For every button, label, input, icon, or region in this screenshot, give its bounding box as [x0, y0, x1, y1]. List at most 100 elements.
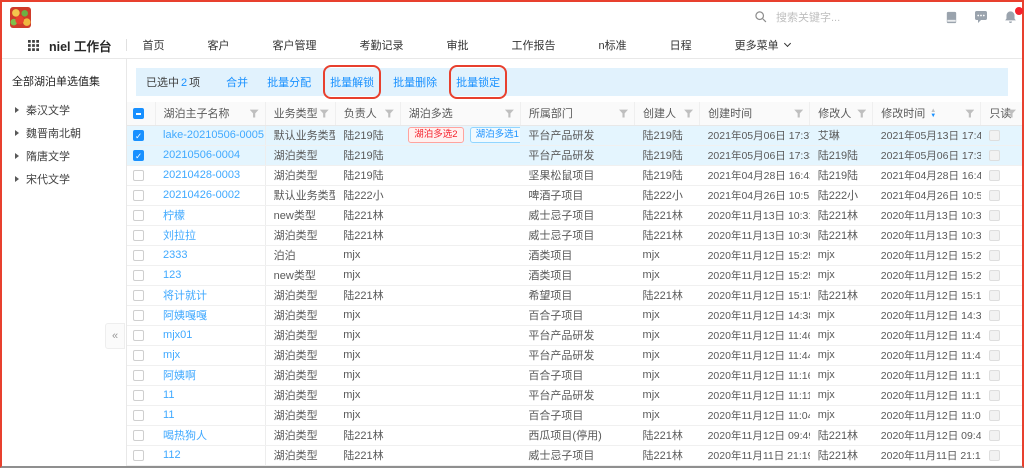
chat-icon[interactable]: [973, 9, 989, 25]
workspace-title[interactable]: niel 工作台: [49, 36, 112, 55]
table-row[interactable]: ✓20210506-0004湖泊类型陆219陆平台产品研发陆219陆2021年0…: [127, 145, 1022, 165]
checkbox-icon[interactable]: [133, 190, 144, 201]
checkbox-checked-icon[interactable]: ✓: [133, 150, 144, 161]
book-icon[interactable]: [944, 10, 959, 25]
lake-name-link[interactable]: 112: [155, 445, 265, 465]
filter-icon[interactable]: [857, 109, 866, 118]
lake-name-link[interactable]: 将计就计: [155, 285, 265, 305]
filter-icon[interactable]: [385, 109, 394, 118]
checkbox-icon[interactable]: [133, 210, 144, 221]
checkbox-icon[interactable]: [133, 370, 144, 381]
bulk-action-button[interactable]: 合并: [226, 74, 248, 90]
lake-name-link[interactable]: mjx01: [155, 325, 265, 345]
checkbox-icon[interactable]: [133, 310, 144, 321]
sidebar-tree-item[interactable]: 魏晋南北朝: [12, 121, 126, 144]
table-row[interactable]: 将计就计湖泊类型陆221林希望项目陆221林2020年11月12日 15:15陆…: [127, 285, 1022, 305]
creator-cell: 陆221林: [635, 225, 700, 245]
expand-arrow-icon[interactable]: [15, 130, 19, 136]
table-row[interactable]: mjx01湖泊类型mjx平台产品研发mjx2020年11月12日 11:46mj…: [127, 325, 1022, 345]
filter-icon[interactable]: [320, 109, 329, 118]
lake-name-link[interactable]: 阿姨啊: [155, 365, 265, 385]
nav-more-menu[interactable]: 更多菜单: [735, 37, 790, 53]
sort-icon[interactable]: ▲▼: [930, 109, 936, 119]
column-header: 湖泊多选: [400, 102, 520, 125]
lake-name-link[interactable]: mjx: [155, 345, 265, 365]
table-row[interactable]: ✓lake-20210506-0005默认业务类型陆219陆湖泊多选2湖泊多选1…: [127, 125, 1022, 145]
checkbox-icon[interactable]: [133, 290, 144, 301]
lake-name-link[interactable]: 20210426-0002: [155, 185, 265, 205]
filter-icon[interactable]: [684, 109, 693, 118]
table-row[interactable]: 刘拉拉湖泊类型陆221林威士忌子项目陆221林2020年11月13日 10:30…: [127, 225, 1022, 245]
bell-icon[interactable]: [1003, 10, 1018, 25]
lake-name-link[interactable]: 2333: [155, 245, 265, 265]
apps-grid-icon[interactable]: [28, 40, 39, 51]
checkbox-icon[interactable]: [133, 270, 144, 281]
sidebar-tree-item[interactable]: 秦汉文学: [12, 98, 126, 121]
filter-icon[interactable]: [505, 109, 514, 118]
table-row[interactable]: 20210426-0002默认业务类型陆222小啤酒子项目陆222小2021年0…: [127, 185, 1022, 205]
nav-item[interactable]: 考勤记录: [360, 40, 404, 52]
sidebar-tree-item[interactable]: 宋代文学: [12, 167, 126, 190]
checkbox-checked-icon[interactable]: ✓: [133, 130, 144, 141]
table-row[interactable]: 柠檬new类型陆221林威士忌子项目陆221林2020年11月13日 10:31…: [127, 205, 1022, 225]
readonly-checkbox: [989, 230, 1000, 241]
nav-item[interactable]: 客户管理: [273, 40, 317, 52]
table-row[interactable]: 11湖泊类型mjx百合子项目mjx2020年11月12日 11:04mjx202…: [127, 405, 1022, 425]
table-row[interactable]: mjx湖泊类型mjx平台产品研发mjx2020年11月12日 11:44mjx2…: [127, 345, 1022, 365]
readonly-checkbox: [989, 430, 1000, 441]
table-row[interactable]: 123new类型mjx酒类项目mjx2020年11月12日 15:25mjx20…: [127, 265, 1022, 285]
checkbox-icon[interactable]: [133, 230, 144, 241]
nav-item[interactable]: n标准: [599, 40, 627, 52]
filter-icon[interactable]: [619, 109, 628, 118]
global-search[interactable]: 搜索关键字...: [754, 2, 840, 32]
checkbox-icon[interactable]: [133, 390, 144, 401]
lake-name-link[interactable]: 11: [155, 385, 265, 405]
lake-name-link[interactable]: 11: [155, 405, 265, 425]
filter-icon[interactable]: [965, 109, 974, 118]
bulk-action-button[interactable]: 批量锁定: [456, 74, 500, 90]
sidebar-tree-item[interactable]: 隋唐文学: [12, 144, 126, 167]
lake-name-link[interactable]: 喝热狗人: [155, 425, 265, 445]
lake-name-link[interactable]: 123: [155, 265, 265, 285]
table-row[interactable]: 11湖泊类型mjx平台产品研发mjx2020年11月12日 11:11mjx20…: [127, 385, 1022, 405]
checkbox-icon[interactable]: [133, 350, 144, 361]
bulk-action-button[interactable]: 批量删除: [393, 74, 437, 90]
lake-name-link[interactable]: 柠檬: [155, 205, 265, 225]
business-type-cell: 湖泊类型: [265, 325, 335, 345]
lake-name-link[interactable]: lake-20210506-0005: [155, 125, 265, 145]
bulk-action-button[interactable]: 批量分配: [267, 74, 311, 90]
lake-name-link[interactable]: 20210506-0004: [155, 145, 265, 165]
expand-arrow-icon[interactable]: [15, 153, 19, 159]
modified-time-cell: 2021年05月06日 17:33: [873, 145, 981, 165]
filter-icon[interactable]: [794, 109, 803, 118]
checkbox-icon[interactable]: [133, 250, 144, 261]
filter-icon[interactable]: [250, 109, 259, 118]
lake-name-link[interactable]: 20210428-0003: [155, 165, 265, 185]
table-row[interactable]: 喝热狗人湖泊类型陆221林西瓜项目(停用)陆221林2020年11月12日 09…: [127, 425, 1022, 445]
checkbox-icon[interactable]: [133, 410, 144, 421]
checkbox-icon[interactable]: [133, 430, 144, 441]
nav-item[interactable]: 工作报告: [512, 40, 556, 52]
table-row[interactable]: 20210428-0003湖泊类型陆219陆坚果松鼠项目陆219陆2021年04…: [127, 165, 1022, 185]
creator-cell: 陆221林: [635, 285, 700, 305]
checkbox-icon[interactable]: [133, 330, 144, 341]
department-cell: 平台产品研发: [520, 385, 634, 405]
expand-arrow-icon[interactable]: [15, 176, 19, 182]
nav-item[interactable]: 首页: [143, 40, 165, 52]
table-row[interactable]: 阿姨嘎嘎湖泊类型mjx百合子项目mjx2020年11月12日 14:38mjx2…: [127, 305, 1022, 325]
modified-time-cell: 2020年11月12日 11:11: [873, 385, 981, 405]
select-all-checkbox-indeterminate[interactable]: [133, 108, 144, 119]
sidebar-collapse-handle[interactable]: «: [105, 323, 125, 349]
table-row[interactable]: 112湖泊类型陆221林威士忌子项目陆221林2020年11月11日 21:19…: [127, 445, 1022, 465]
table-row[interactable]: 阿姨啊湖泊类型mjx百合子项目mjx2020年11月12日 11:16mjx20…: [127, 365, 1022, 385]
nav-item[interactable]: 客户: [208, 40, 230, 52]
checkbox-icon[interactable]: [133, 450, 144, 461]
lake-name-link[interactable]: 阿姨嘎嘎: [155, 305, 265, 325]
checkbox-icon[interactable]: [133, 170, 144, 181]
nav-item[interactable]: 日程: [670, 40, 692, 52]
bulk-action-button[interactable]: 批量解锁: [330, 74, 374, 90]
lake-name-link[interactable]: 刘拉拉: [155, 225, 265, 245]
expand-arrow-icon[interactable]: [15, 107, 19, 113]
table-row[interactable]: 2333泊泊mjx酒类项目mjx2020年11月12日 15:25mjx2020…: [127, 245, 1022, 265]
nav-item[interactable]: 审批: [447, 40, 469, 52]
